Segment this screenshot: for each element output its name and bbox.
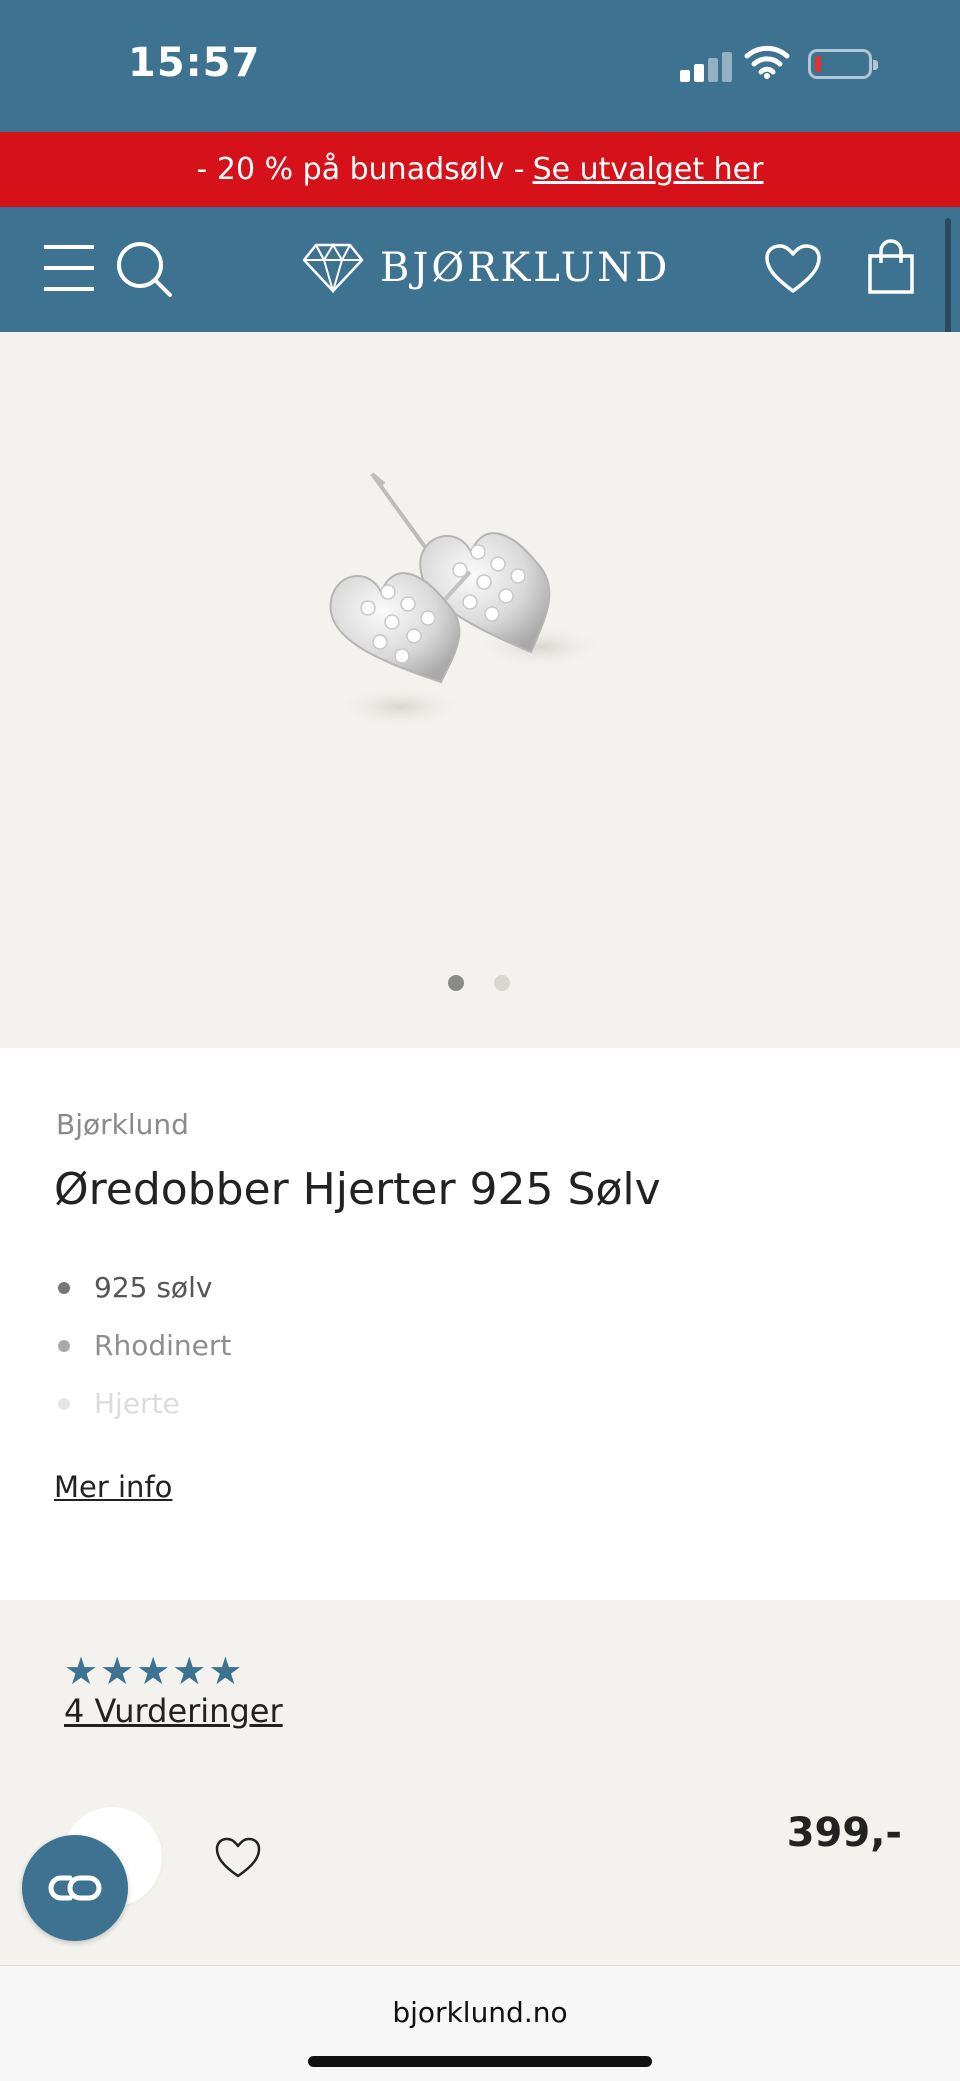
url-text[interactable]: bjorklund.no [0,1996,960,2029]
feature-list: 925 sølv Rhodinert Hjerte [56,1270,231,1444]
site-logo[interactable]: BJØRKLUND [302,243,670,293]
product-brand[interactable]: Bjørklund [56,1108,189,1141]
gallery-dot-2[interactable] [494,975,510,991]
feature-item: Rhodinert [56,1328,231,1386]
status-time: 15:57 [128,40,261,86]
battery-icon [808,49,878,79]
more-info-link[interactable]: Mer info [54,1470,172,1504]
product-price: 399,- [786,1810,902,1856]
feature-item: Hjerte [56,1386,231,1444]
status-bar: 15:57 [0,0,960,132]
wishlist-heart-icon[interactable] [214,1836,262,1880]
cellular-signal-icon [680,50,732,82]
menu-icon[interactable] [42,243,96,293]
shopping-bag-icon[interactable] [866,239,916,295]
home-indicator[interactable] [308,2056,652,2067]
logo-wordmark: BJØRKLUND [380,245,671,291]
product-gallery[interactable] [0,332,960,1048]
star-icon: ★ [172,1649,207,1693]
chat-button[interactable] [22,1835,128,1941]
reviews-link[interactable]: 4 Vurderinger [64,1692,283,1730]
star-icon: ★ [208,1649,243,1693]
star-icon: ★ [100,1649,135,1693]
product-title: Øredobber Hjerter 925 Sølv [54,1164,661,1215]
chat-icon [48,1875,102,1901]
diamond-logo-icon [302,243,364,293]
gallery-pagination[interactable] [448,975,510,991]
star-icon: ★ [64,1649,99,1693]
purchase-panel: ★ ★ ★ ★ ★ 4 Vurderinger 399,- [0,1600,960,1965]
star-icon: ★ [136,1649,171,1693]
rating-stars: ★ ★ ★ ★ ★ [64,1652,242,1690]
promo-link[interactable]: Se utvalget her [533,152,764,187]
wifi-icon [744,45,790,79]
product-info: Bjørklund Øredobber Hjerter 925 Sølv 925… [0,1048,960,1600]
promo-banner: - 20 % på bunadsølv - Se utvalget her [0,132,960,207]
search-icon[interactable] [116,241,172,297]
product-image [329,472,605,729]
gallery-dot-1[interactable] [448,975,464,991]
promo-text: - 20 % på bunadsølv - [196,152,525,187]
feature-item: 925 sølv [56,1270,231,1328]
site-header: BJØRKLUND [0,207,960,332]
heart-icon[interactable] [764,243,822,295]
browser-url-bar[interactable]: bjorklund.no [0,1965,960,2081]
